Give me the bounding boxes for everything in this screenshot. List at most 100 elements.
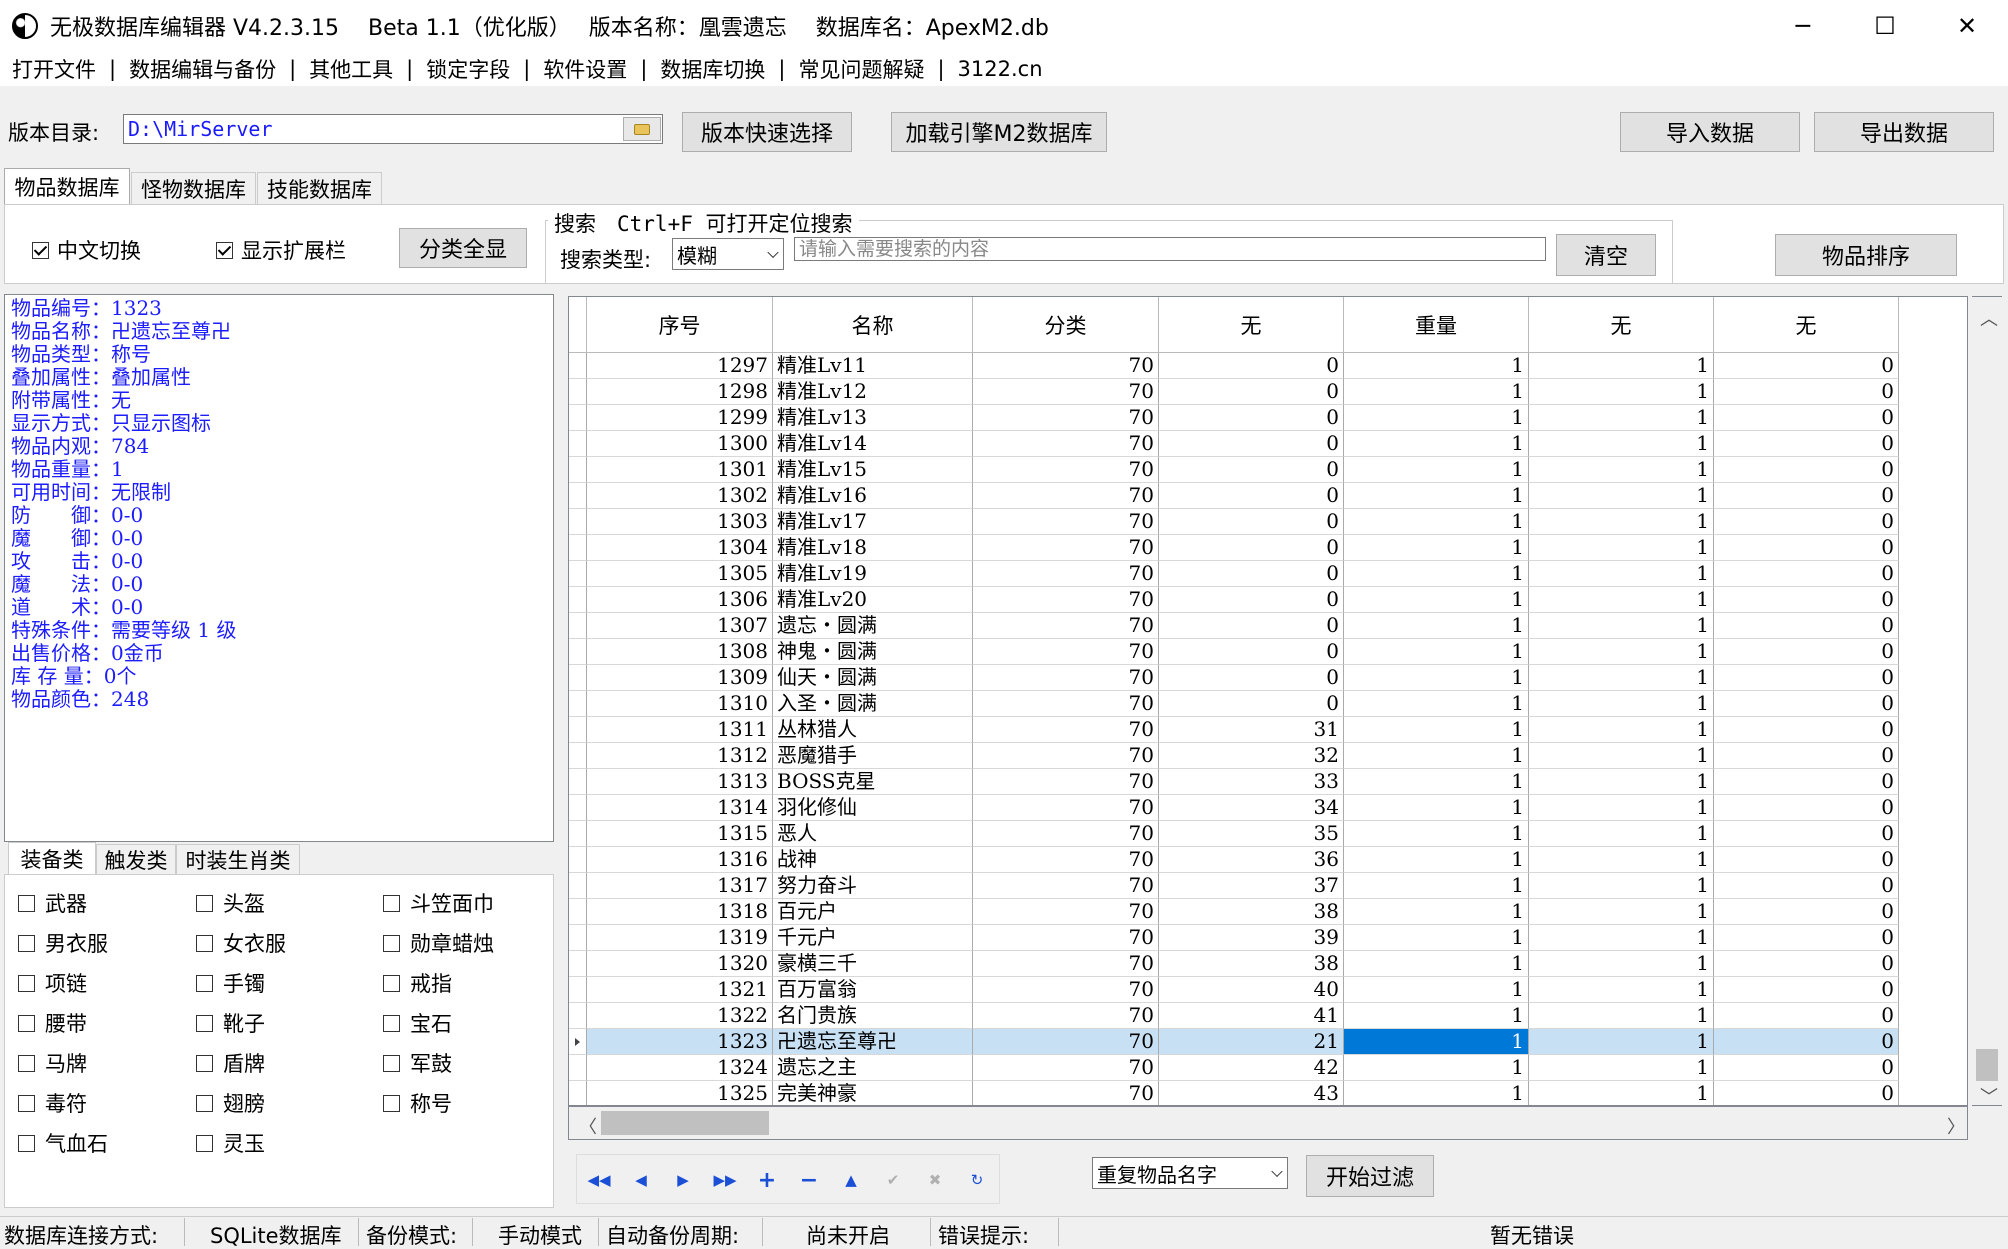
search-type-select[interactable]: 模糊 <box>672 238 784 270</box>
table-row[interactable]: 1305 精准Lv19 70 0 1 1 0 <box>569 561 1899 587</box>
table-cell[interactable]: 恶人 <box>773 821 973 847</box>
table-cell[interactable]: 70 <box>973 1003 1159 1029</box>
table-cell[interactable]: 1 <box>1529 431 1714 457</box>
table-cell[interactable]: 1 <box>1529 561 1714 587</box>
table-cell[interactable]: 1 <box>1344 1081 1529 1105</box>
table-cell[interactable]: 百万富翁 <box>773 977 973 1003</box>
category-female-clothes[interactable]: 女衣服 <box>196 928 286 958</box>
sort-button[interactable]: 物品排序 <box>1775 234 1957 276</box>
table-cell[interactable]: 1 <box>1529 925 1714 951</box>
row-indicator[interactable] <box>569 457 587 483</box>
table-cell[interactable]: 1313 <box>587 769 773 795</box>
table-cell[interactable]: 0 <box>1714 665 1899 691</box>
table-row[interactable]: 1323 卍遗忘至尊卍 70 21 1 1 0 <box>569 1029 1899 1055</box>
table-row[interactable]: 1297 精准Lv11 70 0 1 1 0 <box>569 353 1899 379</box>
table-cell[interactable]: 1323 <box>587 1029 773 1055</box>
table-cell[interactable]: 1 <box>1529 847 1714 873</box>
category-blood-stone[interactable]: 气血石 <box>18 1128 108 1158</box>
table-cell[interactable]: 名门贵族 <box>773 1003 973 1029</box>
table-cell[interactable]: 精准Lv19 <box>773 561 973 587</box>
table-cell[interactable]: 1297 <box>587 353 773 379</box>
table-cell[interactable]: 1 <box>1344 483 1529 509</box>
table-cell[interactable]: 1 <box>1529 795 1714 821</box>
table-row[interactable]: 1320 豪横三千 70 38 1 1 0 <box>569 951 1899 977</box>
delete-record-icon[interactable]: − <box>799 1168 819 1193</box>
table-cell[interactable]: 1 <box>1344 743 1529 769</box>
menu-other-tools[interactable]: 其他工具 <box>305 54 397 84</box>
table-row[interactable]: 1299 精准Lv13 70 0 1 1 0 <box>569 405 1899 431</box>
table-cell[interactable]: 1 <box>1344 899 1529 925</box>
table-cell[interactable]: 1 <box>1529 665 1714 691</box>
table-cell[interactable]: 1 <box>1344 847 1529 873</box>
table-cell[interactable]: 0 <box>1159 639 1344 665</box>
tab-skills[interactable]: 技能数据库 <box>257 172 382 204</box>
table-cell[interactable]: 0 <box>1714 925 1899 951</box>
table-row[interactable]: 1312 恶魔猎手 70 32 1 1 0 <box>569 743 1899 769</box>
checkbox[interactable] <box>383 934 400 952</box>
checkbox[interactable] <box>18 1054 35 1072</box>
dir-input[interactable]: D:\MirServer <box>123 114 663 144</box>
table-cell[interactable]: 精准Lv15 <box>773 457 973 483</box>
table-cell[interactable]: 35 <box>1159 821 1344 847</box>
table-row[interactable]: 1321 百万富翁 70 40 1 1 0 <box>569 977 1899 1003</box>
table-cell[interactable]: 1 <box>1529 483 1714 509</box>
table-cell[interactable]: 70 <box>973 1029 1159 1055</box>
table-cell[interactable]: 1 <box>1344 509 1529 535</box>
row-indicator[interactable] <box>569 1029 587 1055</box>
scroll-left-icon[interactable]: 〈 <box>579 1113 597 1139</box>
table-cell[interactable]: 70 <box>973 1055 1159 1081</box>
row-indicator[interactable] <box>569 1003 587 1029</box>
row-indicator[interactable] <box>569 691 587 717</box>
row-indicator[interactable] <box>569 977 587 1003</box>
table-cell[interactable]: 1 <box>1529 743 1714 769</box>
checkbox[interactable] <box>18 1134 35 1152</box>
row-indicator[interactable] <box>569 405 587 431</box>
category-bracelet[interactable]: 手镯 <box>196 968 265 998</box>
table-cell[interactable]: 0 <box>1159 665 1344 691</box>
table-cell[interactable]: 1 <box>1529 1055 1714 1081</box>
table-cell[interactable]: 70 <box>973 509 1159 535</box>
checkbox[interactable] <box>18 934 35 952</box>
table-row[interactable]: 1316 战神 70 36 1 1 0 <box>569 847 1899 873</box>
table-cell[interactable]: 1 <box>1344 561 1529 587</box>
table-cell[interactable]: 70 <box>973 379 1159 405</box>
table-cell[interactable]: 1 <box>1529 899 1714 925</box>
table-cell[interactable]: 1324 <box>587 1055 773 1081</box>
table-cell[interactable]: 70 <box>973 561 1159 587</box>
table-cell[interactable]: 1 <box>1529 353 1714 379</box>
table-cell[interactable]: 1322 <box>587 1003 773 1029</box>
row-indicator[interactable] <box>569 509 587 535</box>
row-indicator[interactable] <box>569 535 587 561</box>
table-cell[interactable]: 0 <box>1159 613 1344 639</box>
table-cell[interactable]: 精准Lv12 <box>773 379 973 405</box>
category-poison-charm[interactable]: 毒符 <box>18 1088 87 1118</box>
table-cell[interactable]: 1320 <box>587 951 773 977</box>
table-cell[interactable]: 0 <box>1159 587 1344 613</box>
table-cell[interactable]: 0 <box>1714 821 1899 847</box>
category-belt[interactable]: 腰带 <box>18 1008 87 1038</box>
table-cell[interactable]: 豪横三千 <box>773 951 973 977</box>
table-cell[interactable]: 40 <box>1159 977 1344 1003</box>
row-indicator[interactable] <box>569 379 587 405</box>
row-indicator[interactable] <box>569 665 587 691</box>
table-row[interactable]: 1300 精准Lv14 70 0 1 1 0 <box>569 431 1899 457</box>
checkbox[interactable] <box>383 894 400 912</box>
table-cell[interactable]: 1 <box>1344 1003 1529 1029</box>
category-necklace[interactable]: 项链 <box>18 968 87 998</box>
table-cell[interactable]: 神鬼・圆满 <box>773 639 973 665</box>
column-header-none[interactable]: 无 <box>1714 297 1899 353</box>
table-cell[interactable]: 精准Lv13 <box>773 405 973 431</box>
show-all-button[interactable]: 分类全显 <box>399 228 527 268</box>
close-button[interactable]: ✕ <box>1926 0 2008 52</box>
tab-equipment[interactable]: 装备类 <box>8 842 96 874</box>
table-row[interactable]: 1306 精准Lv20 70 0 1 1 0 <box>569 587 1899 613</box>
table-cell[interactable]: 1 <box>1529 457 1714 483</box>
scroll-down-icon[interactable]: ﹀ <box>1980 1083 1998 1109</box>
table-cell[interactable]: 0 <box>1714 639 1899 665</box>
table-cell[interactable]: 1 <box>1529 379 1714 405</box>
table-cell[interactable]: 0 <box>1714 769 1899 795</box>
search-input[interactable]: 请输入需要搜索的内容 <box>794 237 1546 261</box>
table-row[interactable]: 1307 遗忘・圆满 70 0 1 1 0 <box>569 613 1899 639</box>
row-indicator[interactable] <box>569 743 587 769</box>
table-cell[interactable]: 1312 <box>587 743 773 769</box>
